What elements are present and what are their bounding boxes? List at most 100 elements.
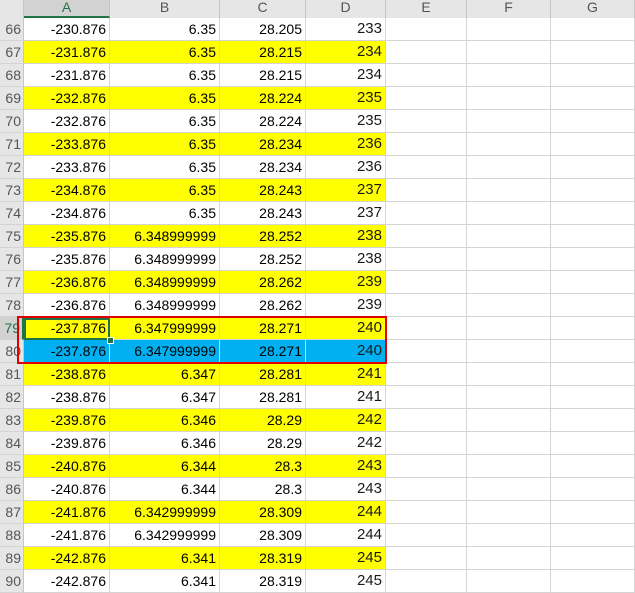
cell-g-empty[interactable] bbox=[551, 478, 635, 501]
cell-c[interactable]: 28.215 bbox=[220, 41, 306, 64]
row-header[interactable]: 82 bbox=[0, 386, 24, 409]
cell-g-empty[interactable] bbox=[551, 340, 635, 363]
cell-d[interactable]: 234 bbox=[306, 64, 386, 87]
cell-f-empty[interactable] bbox=[467, 478, 551, 501]
column-header-g[interactable]: G bbox=[551, 0, 635, 18]
row-header[interactable]: 76 bbox=[0, 248, 24, 271]
cell-e-empty[interactable] bbox=[386, 64, 467, 87]
cell-g-empty[interactable] bbox=[551, 547, 635, 570]
cell-a[interactable]: -232.876 bbox=[24, 87, 110, 110]
cell-f-empty[interactable] bbox=[467, 87, 551, 110]
cell-e-empty[interactable] bbox=[386, 87, 467, 110]
cell-f-empty[interactable] bbox=[467, 455, 551, 478]
cell-d[interactable]: 245 bbox=[306, 547, 386, 570]
cell-a[interactable]: -240.876 bbox=[24, 478, 110, 501]
cell-g-empty[interactable] bbox=[551, 386, 635, 409]
cell-g-empty[interactable] bbox=[551, 18, 635, 41]
cell-b[interactable]: 6.347 bbox=[110, 363, 220, 386]
cell-d[interactable]: 234 bbox=[306, 41, 386, 64]
fill-handle[interactable] bbox=[107, 337, 114, 344]
cell-c[interactable]: 28.309 bbox=[220, 501, 306, 524]
cell-g-empty[interactable] bbox=[551, 64, 635, 87]
cell-f-empty[interactable] bbox=[467, 317, 551, 340]
cell-c[interactable]: 28.281 bbox=[220, 363, 306, 386]
cell-e-empty[interactable] bbox=[386, 317, 467, 340]
row-header[interactable]: 72 bbox=[0, 156, 24, 179]
cell-g-empty[interactable] bbox=[551, 248, 635, 271]
cell-c[interactable]: 28.243 bbox=[220, 202, 306, 225]
cell-f-empty[interactable] bbox=[467, 363, 551, 386]
cell-a[interactable]: -241.876 bbox=[24, 524, 110, 547]
cell-f-empty[interactable] bbox=[467, 41, 551, 64]
row-header[interactable]: 70 bbox=[0, 110, 24, 133]
cell-d[interactable]: 242 bbox=[306, 432, 386, 455]
row-header[interactable]: 81 bbox=[0, 363, 24, 386]
cell-d[interactable]: 244 bbox=[306, 524, 386, 547]
cell-c[interactable]: 28.205 bbox=[220, 18, 306, 41]
row-header[interactable]: 67 bbox=[0, 41, 24, 64]
cell-f-empty[interactable] bbox=[467, 110, 551, 133]
cell-d[interactable]: 233 bbox=[306, 18, 386, 41]
cell-e-empty[interactable] bbox=[386, 524, 467, 547]
row-header[interactable]: 77 bbox=[0, 271, 24, 294]
cell-e-empty[interactable] bbox=[386, 110, 467, 133]
cell-c[interactable]: 28.224 bbox=[220, 110, 306, 133]
cell-b[interactable]: 6.35 bbox=[110, 64, 220, 87]
row-header[interactable]: 89 bbox=[0, 547, 24, 570]
cell-b[interactable]: 6.347999999 bbox=[110, 340, 220, 363]
cell-d[interactable]: 243 bbox=[306, 455, 386, 478]
cell-c[interactable]: 28.215 bbox=[220, 64, 306, 87]
row-header[interactable]: 80 bbox=[0, 340, 24, 363]
cell-b[interactable]: 6.346 bbox=[110, 409, 220, 432]
cell-c[interactable]: 28.262 bbox=[220, 271, 306, 294]
cell-f-empty[interactable] bbox=[467, 570, 551, 593]
cell-g-empty[interactable] bbox=[551, 87, 635, 110]
cell-e-empty[interactable] bbox=[386, 386, 467, 409]
cell-e-empty[interactable] bbox=[386, 18, 467, 41]
cell-c[interactable]: 28.319 bbox=[220, 547, 306, 570]
cell-c[interactable]: 28.271 bbox=[220, 340, 306, 363]
row-header[interactable]: 74 bbox=[0, 202, 24, 225]
cell-e-empty[interactable] bbox=[386, 547, 467, 570]
column-header-f[interactable]: F bbox=[467, 0, 551, 18]
cell-e-empty[interactable] bbox=[386, 225, 467, 248]
cell-a[interactable]: -236.876 bbox=[24, 294, 110, 317]
cell-c[interactable]: 28.3 bbox=[220, 478, 306, 501]
row-header[interactable]: 68 bbox=[0, 64, 24, 87]
cell-f-empty[interactable] bbox=[467, 248, 551, 271]
cell-e-empty[interactable] bbox=[386, 501, 467, 524]
cell-g-empty[interactable] bbox=[551, 294, 635, 317]
row-header[interactable]: 84 bbox=[0, 432, 24, 455]
cell-e-empty[interactable] bbox=[386, 455, 467, 478]
cell-e-empty[interactable] bbox=[386, 570, 467, 593]
cell-e-empty[interactable] bbox=[386, 432, 467, 455]
cell-f-empty[interactable] bbox=[467, 409, 551, 432]
cell-c[interactable]: 28.3 bbox=[220, 455, 306, 478]
spreadsheet-grid[interactable]: ABCDEFG 66 -230.876 6.35 28.205 233 67 -231.87… bbox=[0, 0, 635, 593]
cell-g-empty[interactable] bbox=[551, 501, 635, 524]
cell-f-empty[interactable] bbox=[467, 386, 551, 409]
cell-a[interactable]: -231.876 bbox=[24, 41, 110, 64]
cell-a[interactable]: -230.876 bbox=[24, 18, 110, 41]
cell-a[interactable]: -238.876 bbox=[24, 363, 110, 386]
cell-e-empty[interactable] bbox=[386, 340, 467, 363]
cell-c[interactable]: 28.252 bbox=[220, 225, 306, 248]
cell-e-empty[interactable] bbox=[386, 409, 467, 432]
cell-a[interactable]: -237.876 bbox=[24, 317, 110, 340]
cell-b[interactable]: 6.348999999 bbox=[110, 225, 220, 248]
cell-a[interactable]: -232.876 bbox=[24, 110, 110, 133]
cell-b[interactable]: 6.35 bbox=[110, 18, 220, 41]
row-header[interactable]: 87 bbox=[0, 501, 24, 524]
cell-g-empty[interactable] bbox=[551, 202, 635, 225]
cell-d[interactable]: 239 bbox=[306, 294, 386, 317]
cell-g-empty[interactable] bbox=[551, 271, 635, 294]
cell-a[interactable]: -240.876 bbox=[24, 455, 110, 478]
cell-e-empty[interactable] bbox=[386, 202, 467, 225]
cell-c[interactable]: 28.234 bbox=[220, 133, 306, 156]
cell-e-empty[interactable] bbox=[386, 156, 467, 179]
cell-g-empty[interactable] bbox=[551, 432, 635, 455]
row-header[interactable]: 78 bbox=[0, 294, 24, 317]
cell-d[interactable]: 235 bbox=[306, 110, 386, 133]
cell-d[interactable]: 238 bbox=[306, 248, 386, 271]
cell-f-empty[interactable] bbox=[467, 156, 551, 179]
